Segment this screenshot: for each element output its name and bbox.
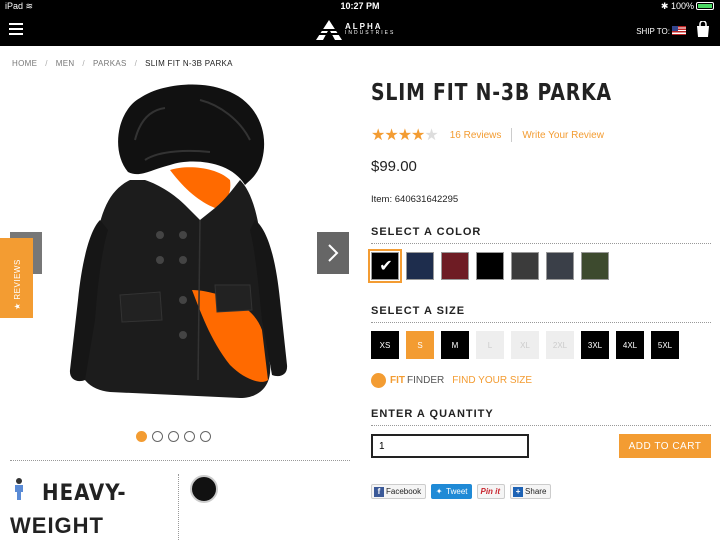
star-rating: ★★★★★ xyxy=(371,127,439,144)
pinterest-button[interactable]: Pin it xyxy=(477,484,506,499)
size-options: XS S M L XL 2XL 3XL 4XL 5XL xyxy=(371,331,711,359)
chevron-right-icon xyxy=(328,244,339,262)
breadcrumb-home[interactable]: HOME xyxy=(12,59,37,68)
product-gallery: ★ REVIEWS xyxy=(0,80,352,450)
gallery-dots xyxy=(136,431,211,442)
heritage-badge-icon xyxy=(190,475,218,503)
site-header: ALPHA INDUSTRIES SHIP TO: xyxy=(0,14,720,46)
promo-title-line2: WEIGHT xyxy=(10,513,104,538)
color-swatch[interactable] xyxy=(581,252,609,280)
facebook-share-button[interactable]: f Facebook xyxy=(371,484,427,499)
color-swatches: ✔ xyxy=(368,249,711,283)
breadcrumb-parkas[interactable]: PARKAS xyxy=(93,59,127,68)
size-option-3xl[interactable]: 3XL xyxy=(581,331,609,359)
color-section: SELECT A COLOR ✔ xyxy=(368,226,711,283)
write-review-link[interactable]: Write Your Review xyxy=(522,130,604,141)
item-number: Item: 640631642295 xyxy=(371,194,459,205)
rating-row: ★★★★★ 16 Reviews Write Your Review xyxy=(371,125,604,145)
breadcrumb-current: SLIM FIT N-3B PARKA xyxy=(145,59,233,68)
color-swatch[interactable] xyxy=(546,252,574,280)
promo-divider xyxy=(178,474,179,540)
fit-finder-icon xyxy=(371,373,386,388)
size-option-l[interactable]: L xyxy=(476,331,504,359)
color-swatch[interactable] xyxy=(441,252,469,280)
product-info: SLIM FIT N-3B PARKA ★★★★★ 16 Reviews Wri… xyxy=(368,80,711,499)
gallery-dot[interactable] xyxy=(168,431,179,442)
size-option-xs[interactable]: XS xyxy=(371,331,399,359)
menu-icon[interactable] xyxy=(9,23,23,36)
color-swatch[interactable] xyxy=(511,252,539,280)
size-section: SELECT A SIZE XS S M L XL 2XL 3XL 4XL 5XL xyxy=(371,305,711,359)
status-bar: iPad ≋ 10:27 PM ✱ 100% xyxy=(0,0,720,14)
quantity-input[interactable] xyxy=(371,434,529,458)
share-buttons: f Facebook ✦ Tweet Pin it + Share xyxy=(371,484,552,499)
logo-subtext: INDUSTRIES xyxy=(345,30,396,36)
fit-finder[interactable]: FIT FINDER FIND YOUR SIZE xyxy=(371,373,532,388)
gallery-dot[interactable] xyxy=(200,431,211,442)
color-swatch[interactable] xyxy=(476,252,504,280)
logo-text: ALPHA xyxy=(345,22,383,31)
battery-icon xyxy=(696,2,714,10)
us-flag-icon xyxy=(672,26,686,35)
size-label: SELECT A SIZE xyxy=(371,305,466,317)
color-label: SELECT A COLOR xyxy=(371,226,482,238)
size-option-s[interactable]: S xyxy=(406,331,434,359)
gallery-dot[interactable] xyxy=(136,431,147,442)
bluetooth-icon: ✱ xyxy=(660,1,669,11)
gallery-next-button[interactable] xyxy=(317,232,349,274)
share-button[interactable]: + Share xyxy=(510,484,552,499)
find-your-size-link[interactable]: FIND YOUR SIZE xyxy=(452,375,532,386)
logo-mark-icon xyxy=(316,20,342,40)
product-image xyxy=(69,84,288,398)
size-option-xl[interactable]: XL xyxy=(511,331,539,359)
reviews-link[interactable]: 16 Reviews xyxy=(450,130,502,141)
quantity-section: ENTER A QUANTITY xyxy=(371,408,711,426)
size-option-5xl[interactable]: 5XL xyxy=(651,331,679,359)
section-divider xyxy=(10,460,350,461)
size-option-4xl[interactable]: 4XL xyxy=(616,331,644,359)
promo-title-line1: HEAVY- xyxy=(42,481,127,506)
product-price: $99.00 xyxy=(371,158,417,175)
tweet-button[interactable]: ✦ Tweet xyxy=(431,484,473,499)
color-swatch[interactable] xyxy=(406,252,434,280)
figure-icon xyxy=(15,478,23,500)
status-time: 10:27 PM xyxy=(340,1,380,11)
reviews-tab[interactable]: ★ REVIEWS xyxy=(0,238,33,318)
gallery-dot[interactable] xyxy=(184,431,195,442)
color-swatch[interactable]: ✔ xyxy=(368,249,402,283)
product-title: SLIM FIT N-3B PARKA xyxy=(371,80,612,106)
quantity-label: ENTER A QUANTITY xyxy=(371,408,494,420)
battery-status: ✱ 100% xyxy=(661,1,714,12)
twitter-icon: ✦ xyxy=(435,486,443,496)
shopping-bag-icon[interactable] xyxy=(695,21,711,38)
size-option-2xl[interactable]: 2XL xyxy=(546,331,574,359)
add-to-cart-button[interactable]: ADD TO CART xyxy=(619,434,711,458)
facebook-icon: f xyxy=(374,486,384,497)
brand-logo[interactable]: ALPHA INDUSTRIES xyxy=(316,19,395,41)
checkmark-icon: ✔ xyxy=(379,258,393,275)
plus-icon: + xyxy=(513,486,524,497)
gallery-dot[interactable] xyxy=(152,431,163,442)
breadcrumb-men[interactable]: MEN xyxy=(56,59,75,68)
breadcrumb: HOME / MEN / PARKAS / SLIM FIT N-3B PARKA xyxy=(12,59,233,68)
ship-to-selector[interactable]: SHIP TO: xyxy=(636,26,686,36)
size-option-m[interactable]: M xyxy=(441,331,469,359)
